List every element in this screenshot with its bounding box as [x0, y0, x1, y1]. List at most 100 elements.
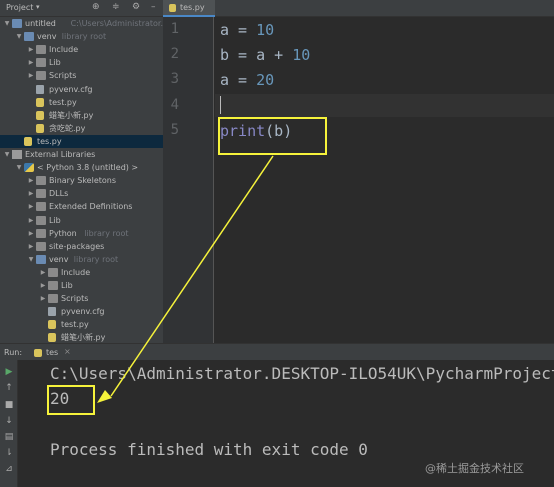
tree-item-label: pyvenv.cfg: [49, 84, 93, 94]
library-icon: [12, 150, 22, 159]
tree-item[interactable]: ▶ Lib: [0, 214, 163, 227]
tree-item[interactable]: ▶ Lib: [0, 279, 163, 292]
tree-item-label: Scripts: [49, 71, 77, 81]
tree-item[interactable]: pyvenv.cfg: [0, 305, 163, 318]
tree-item[interactable]: ▶ Scripts: [0, 69, 163, 82]
expand-closed-icon[interactable]: ▶: [39, 292, 47, 305]
tree-item[interactable]: ▼ venv library root: [0, 30, 163, 43]
tree-item[interactable]: test.py: [0, 96, 163, 109]
settings-gear-icon[interactable]: ⚙: [132, 2, 140, 12]
tree-item-label: 贪吃蛇.py: [49, 123, 86, 133]
code-line-2[interactable]: b = a + 10: [220, 46, 310, 64]
tree-item-label: site-packages: [49, 241, 105, 251]
tree-item[interactable]: ▶ DLLs: [0, 187, 163, 200]
project-panel-title[interactable]: Project: [6, 3, 33, 12]
layout-icon[interactable]: ▤: [3, 431, 15, 443]
tree-item-label: External Libraries: [25, 150, 96, 159]
project-dropdown-icon[interactable]: ▾: [36, 3, 40, 11]
expand-closed-icon[interactable]: ▶: [27, 174, 35, 187]
expand-closed-icon[interactable]: ▶: [27, 227, 35, 240]
tree-item-label: Lib: [49, 58, 61, 68]
tree-item[interactable]: ▶ Scripts: [0, 292, 163, 305]
expand-open-icon[interactable]: ▼: [3, 148, 11, 161]
line-number-gutter: 1 2 3 4 5: [163, 17, 214, 343]
tree-item[interactable]: ▶ Extended Definitions: [0, 200, 163, 213]
tree-item[interactable]: ▶ Python library root: [0, 227, 163, 240]
pin-icon[interactable]: ⊿: [3, 463, 15, 475]
folder-icon: [36, 189, 46, 199]
expand-closed-icon[interactable]: ▶: [27, 69, 35, 82]
tree-item[interactable]: ▶ Binary Skeletons: [0, 174, 163, 187]
tree-item-label: pyvenv.cfg: [61, 307, 105, 317]
close-icon[interactable]: ×: [64, 347, 71, 356]
tree-item-label: untitled: [25, 19, 56, 28]
tree-item-label: test.py: [61, 320, 89, 330]
stop-icon[interactable]: ■: [3, 399, 15, 411]
expand-open-icon[interactable]: ▼: [15, 30, 23, 43]
run-tab-tes[interactable]: tes: [46, 348, 58, 357]
tree-item-label: venv: [49, 254, 69, 264]
expand-closed-icon[interactable]: ▶: [27, 214, 35, 227]
locate-file-icon[interactable]: ⊕: [92, 2, 100, 12]
expand-open-icon[interactable]: ▼: [27, 253, 35, 266]
tree-item[interactable]: ▼ venv library root: [0, 253, 163, 266]
folder-icon: [36, 202, 46, 212]
tree-item[interactable]: 贪吃蛇.py: [0, 122, 163, 135]
tree-item[interactable]: ▶ Include: [0, 266, 163, 279]
code-expression: = a +: [229, 46, 293, 64]
code-line-3[interactable]: a = 20: [220, 71, 274, 89]
editor-tab-bar: tes.py: [163, 0, 554, 17]
scroll-down-icon[interactable]: ↓: [3, 415, 15, 427]
tree-item[interactable]: ▼ External Libraries: [0, 148, 163, 161]
tree-item[interactable]: ▶ Include: [0, 43, 163, 56]
collapse-all-icon[interactable]: ≑: [112, 2, 120, 12]
expand-closed-icon[interactable]: ▶: [39, 279, 47, 292]
rerun-icon[interactable]: ▶: [3, 366, 15, 378]
tree-item[interactable]: ▶ site-packages: [0, 240, 163, 253]
code-line-1[interactable]: a = 10: [220, 21, 274, 39]
expand-closed-icon[interactable]: ▶: [27, 187, 35, 200]
text-caret: [220, 96, 221, 114]
tree-item[interactable]: tes.py: [0, 134, 163, 148]
code-variable: b: [220, 46, 230, 64]
expand-closed-icon[interactable]: ▶: [27, 56, 35, 69]
folder-icon: [36, 58, 46, 68]
expand-open-icon[interactable]: ▼: [3, 17, 11, 30]
code-operator: =: [229, 71, 257, 89]
soft-wrap-icon[interactable]: ⇂: [3, 447, 15, 459]
tree-item-hint: library root: [84, 228, 129, 238]
tree-item[interactable]: pyvenv.cfg: [0, 83, 163, 96]
tree-item-label: tes.py: [37, 136, 62, 146]
expand-open-icon[interactable]: ▼: [15, 161, 23, 174]
expand-closed-icon[interactable]: ▶: [27, 240, 35, 253]
tree-item[interactable]: 蜡笔小新.py: [0, 109, 163, 122]
folder-icon: [48, 267, 58, 277]
expand-closed-icon[interactable]: ▶: [27, 43, 35, 56]
tree-item[interactable]: ▼ untitled C:\Users\Administrator.DE: [0, 17, 163, 30]
tree-item-label: 蜡笔小新.py: [61, 333, 106, 343]
code-number: 10: [256, 21, 275, 39]
python-file-icon: [36, 123, 44, 133]
code-number: 10: [292, 46, 311, 64]
expand-closed-icon[interactable]: ▶: [39, 266, 47, 279]
tree-item-label: Scripts: [61, 294, 89, 304]
tree-item[interactable]: ▼< Python 3.8 (untitled) >C:\Users: [0, 161, 163, 174]
line-number: 4: [170, 97, 179, 113]
expand-closed-icon[interactable]: ▶: [27, 200, 35, 213]
scroll-up-icon[interactable]: ↑: [3, 382, 15, 394]
tree-item-hint: C:\Users\Administrator.DE: [70, 19, 163, 28]
editor-tab-tes-py[interactable]: tes.py: [163, 0, 215, 17]
tree-item[interactable]: test.py: [0, 318, 163, 331]
tree-item[interactable]: 蜡笔小新.py: [0, 331, 163, 343]
folder-icon: [36, 71, 46, 81]
tree-item-hint: library root: [61, 32, 107, 42]
folder-icon: [36, 228, 46, 238]
code-editor: tes.py 1 2 3 4 5 a = 10 b = a + 10 a = 2…: [163, 0, 554, 343]
folder-icon: [36, 254, 46, 264]
python-icon: [24, 163, 34, 173]
folder-icon: [24, 32, 34, 42]
python-file-icon: [48, 333, 56, 343]
tree-item[interactable]: ▶ Lib: [0, 56, 163, 69]
hide-panel-icon[interactable]: –: [151, 2, 156, 12]
folder-icon: [48, 281, 58, 290]
